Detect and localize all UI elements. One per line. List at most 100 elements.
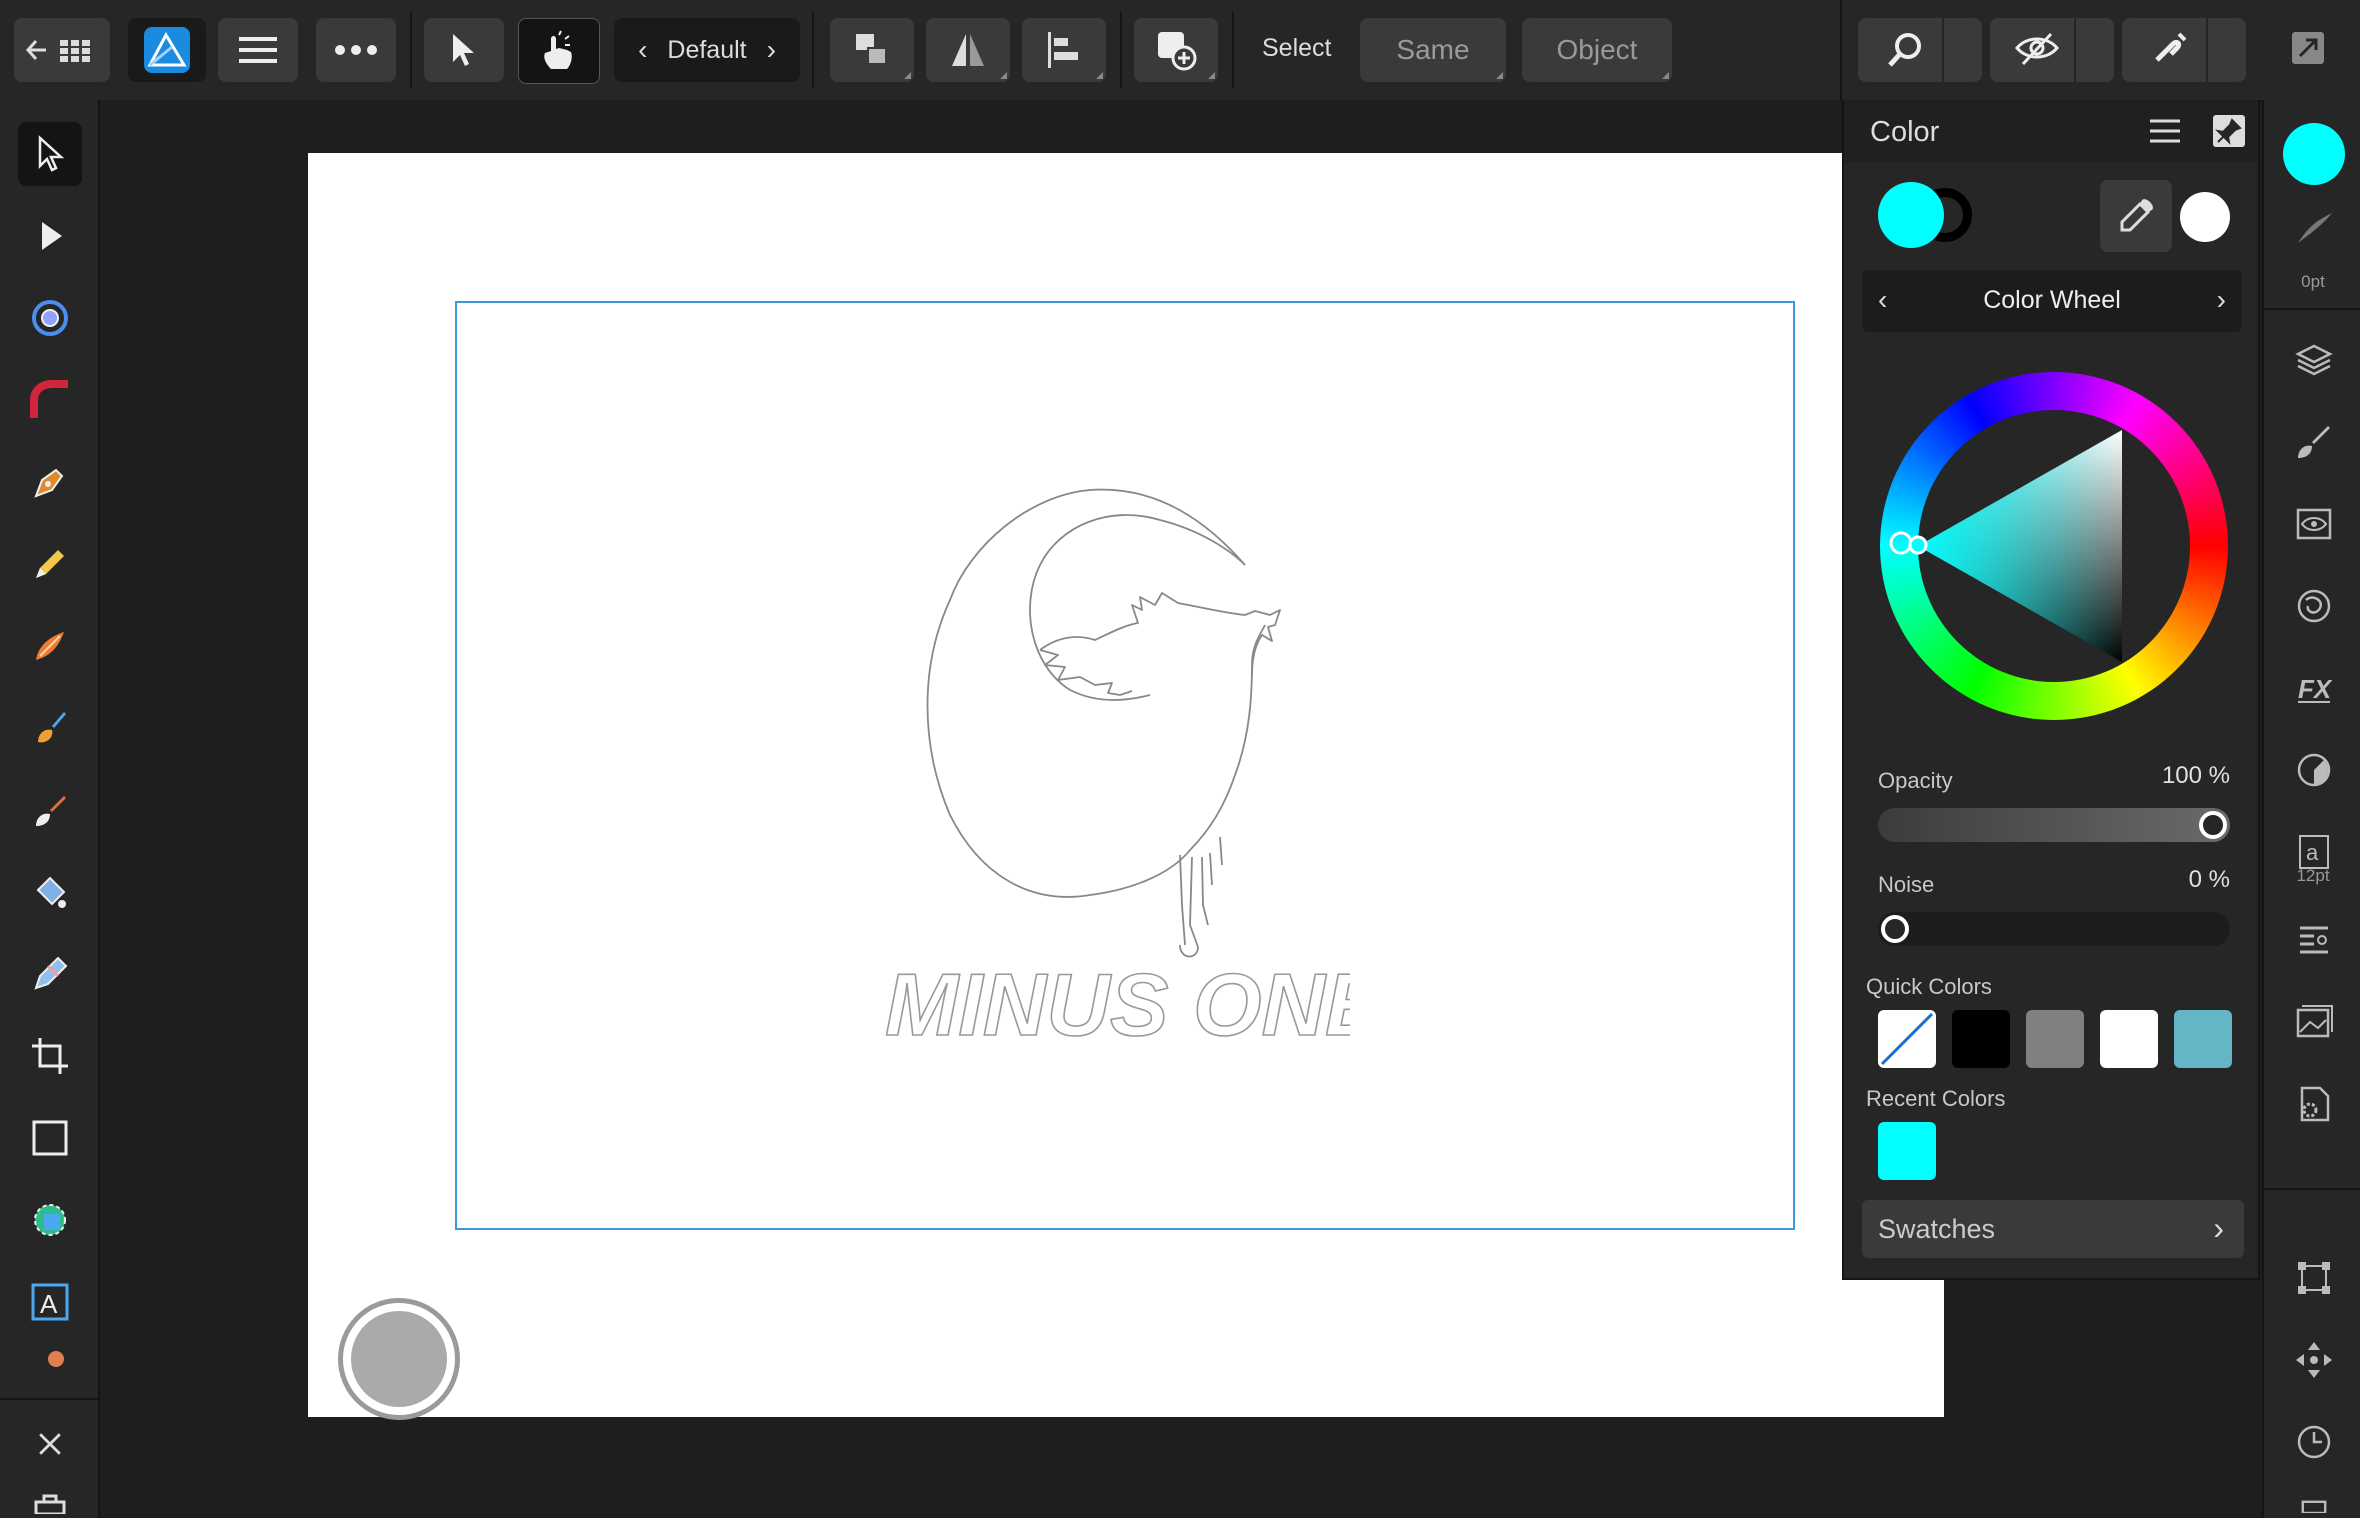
fullscreen-button[interactable] — [2288, 28, 2328, 73]
chevron-left-icon[interactable]: ‹ — [638, 34, 647, 66]
move-tool-button[interactable] — [424, 18, 504, 82]
magnifier-icon — [1888, 33, 1921, 67]
add-document-icon — [1158, 32, 1197, 71]
chevron-right-icon[interactable]: › — [2217, 284, 2226, 316]
panel-header: Color — [1844, 100, 2258, 162]
fill-stroke-wells[interactable] — [1878, 180, 1988, 250]
preset-label: Default — [667, 35, 747, 64]
color-panel: Color ‹ Color Wheel › Opacity 100 % Nois… — [1842, 100, 2260, 1280]
pixel-brush-tool[interactable] — [18, 778, 82, 842]
shape-builder-tool[interactable] — [18, 1188, 82, 1252]
hue-handle[interactable] — [1889, 531, 1913, 555]
quick-colors-label: Quick Colors — [1866, 974, 1992, 999]
swatches-button[interactable]: Swatches › — [1862, 1200, 2244, 1258]
quick-color-swatch[interactable] — [2026, 1010, 2084, 1068]
main-menu-button[interactable] — [218, 18, 298, 82]
paragraph-studio-button[interactable] — [2282, 908, 2346, 972]
panel-menu-icon[interactable] — [2148, 118, 2182, 144]
snapping-button[interactable] — [2122, 18, 2246, 82]
designer-persona-button[interactable] — [128, 18, 206, 82]
rectangle-tool[interactable] — [18, 1106, 82, 1170]
corner-icon — [30, 380, 68, 418]
opacity-thumb[interactable] — [2199, 811, 2227, 839]
select-same-label: Same — [1396, 34, 1470, 65]
fx-icon: FX — [2298, 674, 2333, 704]
quick-color-swatch[interactable] — [2100, 1010, 2158, 1068]
pen-tool[interactable] — [18, 450, 82, 514]
hamburger-menu-icon — [239, 37, 277, 63]
adjustments-dial-icon — [2297, 753, 2331, 787]
layers-studio-button[interactable] — [2282, 328, 2346, 392]
stock-studio-button[interactable] — [2282, 990, 2346, 1054]
align-button[interactable] — [1022, 18, 1106, 82]
text-frame-icon: A — [31, 1283, 69, 1321]
close-icon — [39, 1433, 61, 1455]
node-pointer-icon — [42, 222, 62, 250]
opacity-label: Opacity — [1878, 768, 1953, 793]
color-picker-button[interactable] — [2100, 180, 2172, 252]
color-studio-button[interactable] — [2282, 122, 2346, 186]
crop-icon — [32, 1038, 68, 1074]
fill-brush-tool[interactable] — [18, 696, 82, 760]
more-button[interactable] — [316, 18, 396, 82]
crop-tool[interactable] — [18, 1024, 82, 1088]
quick-color-swatch[interactable] — [2174, 1010, 2232, 1068]
select-object-button[interactable]: Object — [1522, 18, 1672, 82]
arrange-button[interactable] — [830, 18, 914, 82]
corner-tool[interactable] — [18, 368, 82, 432]
color-mode-selector[interactable]: ‹ Color Wheel › — [1862, 270, 2242, 332]
more-studio-button[interactable] — [2282, 1492, 2346, 1518]
effects-studio-button[interactable] — [2282, 574, 2346, 638]
artistic-text-tool[interactable]: A — [18, 1270, 82, 1334]
appearance-studio-button[interactable] — [2282, 492, 2346, 556]
close-toolbar-button[interactable] — [18, 1412, 82, 1476]
vector-brush-tool[interactable] — [18, 614, 82, 678]
fx-studio-button[interactable]: FX — [2282, 656, 2346, 720]
insert-button[interactable] — [1134, 18, 1218, 82]
zoom-button[interactable] — [1858, 18, 1982, 82]
document-settings-studio-button[interactable] — [2282, 1072, 2346, 1136]
expand-icon — [2292, 32, 2324, 64]
move-tool[interactable] — [18, 122, 82, 186]
persona-preset-selector[interactable]: ‹ Default › — [614, 18, 800, 82]
no-color-swatch[interactable] — [1878, 1010, 1936, 1068]
saturation-handle[interactable] — [1908, 535, 1928, 555]
documents-back-button[interactable] — [14, 18, 110, 82]
minus-one-logo-artwork[interactable]: MINUS ONE — [880, 485, 1350, 1055]
pin-icon[interactable] — [2212, 114, 2246, 148]
stroke-studio-button[interactable] — [2282, 202, 2346, 252]
transform-box-icon — [2298, 1262, 2330, 1294]
select-same-button[interactable]: Same — [1360, 18, 1506, 82]
flip-horizontal-icon — [952, 34, 984, 66]
tools-panel: A — [0, 100, 100, 1518]
adjustments-studio-button[interactable] — [2282, 738, 2346, 802]
transparency-tool[interactable] — [18, 942, 82, 1006]
contour-tool[interactable] — [18, 286, 82, 350]
saturation-triangle[interactable] — [1880, 372, 2228, 720]
fill-well[interactable] — [1878, 182, 1944, 248]
quick-action-button[interactable] — [338, 1298, 460, 1420]
node-tool[interactable] — [18, 204, 82, 268]
flip-button[interactable] — [926, 18, 1010, 82]
toolbox-button[interactable] — [18, 1490, 82, 1518]
navigator-studio-button[interactable] — [2282, 1328, 2346, 1392]
pencil-tool[interactable] — [18, 532, 82, 596]
chevron-right-icon[interactable]: › — [767, 34, 776, 66]
transform-studio-button[interactable] — [2282, 1246, 2346, 1310]
quick-color-swatch[interactable] — [1952, 1010, 2010, 1068]
color-wheel[interactable] — [1880, 372, 2228, 720]
fill-tool[interactable] — [18, 860, 82, 924]
vector-brush-icon — [36, 632, 64, 660]
history-studio-button[interactable] — [2282, 1410, 2346, 1474]
paragraph-icon — [2300, 926, 2328, 954]
recent-color-swatch[interactable] — [1878, 1122, 1936, 1180]
view-mode-button[interactable] — [1990, 18, 2114, 82]
noise-thumb[interactable] — [1881, 915, 1909, 943]
top-right-toolbar — [1842, 0, 2360, 100]
brushes-studio-button[interactable] — [2282, 410, 2346, 474]
noise-slider[interactable] — [1878, 912, 2230, 946]
touch-gesture-button[interactable] — [518, 18, 600, 84]
place-tool[interactable] — [18, 1340, 82, 1374]
picked-color-well[interactable] — [2180, 192, 2230, 242]
opacity-slider[interactable] — [1878, 808, 2230, 842]
